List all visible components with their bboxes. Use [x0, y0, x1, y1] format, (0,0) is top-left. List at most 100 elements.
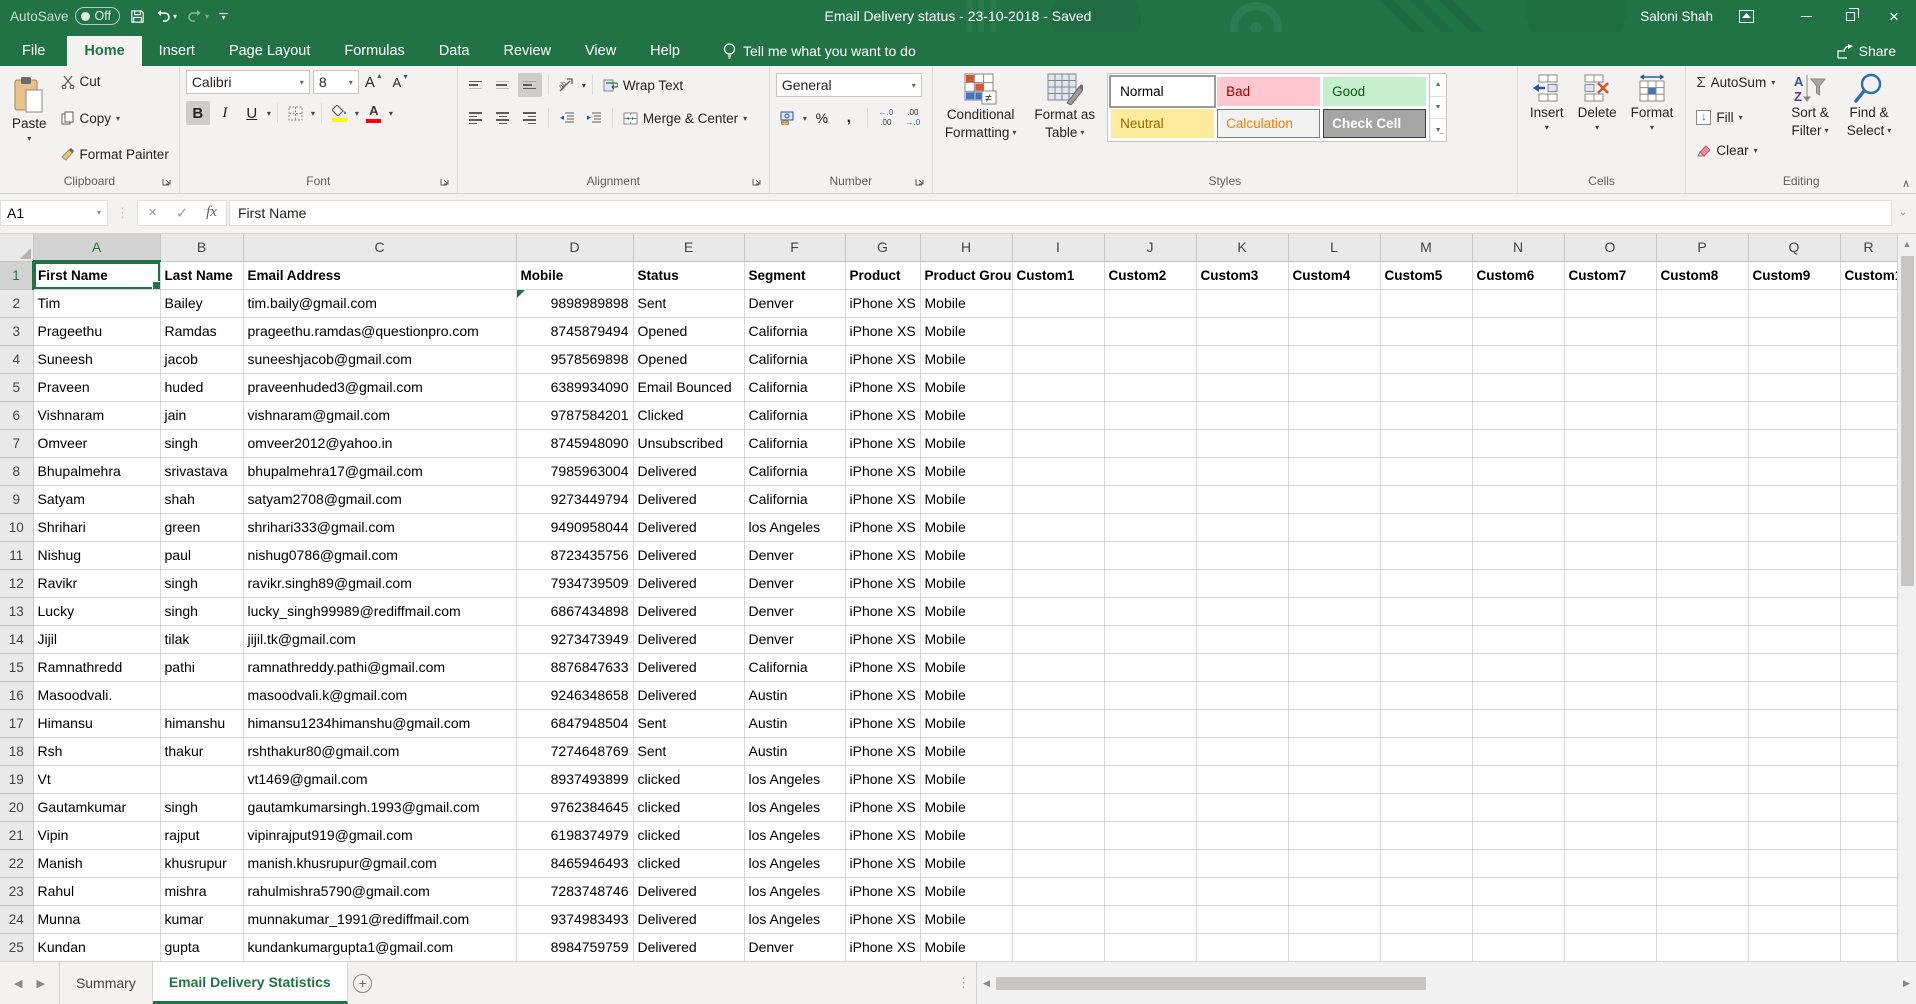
cell-G20[interactable]: iPhone XS [845, 793, 920, 821]
cell-D14[interactable]: 9273473949 [516, 625, 633, 653]
cell-P10[interactable] [1656, 513, 1748, 541]
cell-D7[interactable]: 8745948090 [516, 429, 633, 457]
cell-B23[interactable]: mishra [160, 877, 243, 905]
underline-button[interactable]: U [240, 101, 264, 125]
cell-H21[interactable]: Mobile [920, 821, 1012, 849]
cell-I13[interactable] [1012, 597, 1104, 625]
cell-L23[interactable] [1288, 877, 1380, 905]
alignment-dialog-launcher[interactable] [751, 175, 763, 187]
cell-N12[interactable] [1472, 569, 1564, 597]
cell-E3[interactable]: Opened [633, 317, 744, 345]
clipboard-dialog-launcher[interactable] [161, 175, 173, 187]
cell-L8[interactable] [1288, 457, 1380, 485]
cell-F1[interactable]: Segment [744, 261, 845, 289]
cell-G15[interactable]: iPhone XS [845, 653, 920, 681]
wrap-text-button[interactable]: Wrap Text [599, 76, 687, 95]
cell-F15[interactable]: California [744, 653, 845, 681]
cell-E14[interactable]: Delivered [633, 625, 744, 653]
gallery-scroll-down[interactable]: ▼ [1430, 97, 1446, 120]
autosave-toggle[interactable]: AutoSave Off [10, 7, 120, 25]
cell-F20[interactable]: los Angeles [744, 793, 845, 821]
cell-Q10[interactable] [1748, 513, 1840, 541]
cell-P12[interactable] [1656, 569, 1748, 597]
cell-A14[interactable]: Jijil [33, 625, 160, 653]
name-box-arrow[interactable]: ▾ [97, 208, 101, 217]
cell-E18[interactable]: Sent [633, 737, 744, 765]
cell-L6[interactable] [1288, 401, 1380, 429]
cell-J2[interactable] [1104, 289, 1196, 317]
cell-K24[interactable] [1196, 905, 1288, 933]
cell-C23[interactable]: rahulmishra5790@gmail.com [243, 877, 516, 905]
cell-R9[interactable] [1840, 485, 1897, 513]
cell-F5[interactable]: California [744, 373, 845, 401]
cell-E11[interactable]: Delivered [633, 541, 744, 569]
restore-button[interactable] [1828, 0, 1872, 32]
cell-J15[interactable] [1104, 653, 1196, 681]
cell-A10[interactable]: Shrihari [33, 513, 160, 541]
font-dialog-launcher[interactable] [439, 175, 451, 187]
cell-N17[interactable] [1472, 709, 1564, 737]
cell-A2[interactable]: Tim [33, 289, 160, 317]
accounting-format-button[interactable] [776, 106, 800, 130]
cell-A24[interactable]: Munna [33, 905, 160, 933]
cell-L17[interactable] [1288, 709, 1380, 737]
cell-B25[interactable]: gupta [160, 933, 243, 961]
ribbon-tab-home[interactable]: Home [67, 36, 141, 66]
font-size-combo[interactable]: 8▾ [313, 70, 359, 94]
cell-C12[interactable]: ravikr.singh89@gmail.com [243, 569, 516, 597]
cell-K1[interactable]: Custom3 [1196, 261, 1288, 289]
cell-B7[interactable]: singh [160, 429, 243, 457]
cell-H12[interactable]: Mobile [920, 569, 1012, 597]
cell-O22[interactable] [1564, 849, 1656, 877]
cell-F25[interactable]: Denver [744, 933, 845, 961]
cell-K15[interactable] [1196, 653, 1288, 681]
cell-L9[interactable] [1288, 485, 1380, 513]
cell-B2[interactable]: Bailey [160, 289, 243, 317]
redo-button[interactable]: ▾ [187, 9, 209, 23]
user-name[interactable]: Saloni Shah [1640, 9, 1713, 24]
cell-R23[interactable] [1840, 877, 1897, 905]
clear-button[interactable]: Clear ▾ [1692, 141, 1779, 160]
row-header-2[interactable]: 2 [0, 289, 33, 317]
cell-B12[interactable]: singh [160, 569, 243, 597]
cell-H15[interactable]: Mobile [920, 653, 1012, 681]
cell-H25[interactable]: Mobile [920, 933, 1012, 961]
cell-J4[interactable] [1104, 345, 1196, 373]
decrease-font-button[interactable]: A▼ [389, 70, 413, 94]
row-header-22[interactable]: 22 [0, 849, 33, 877]
cell-K12[interactable] [1196, 569, 1288, 597]
cell-E7[interactable]: Unsubscribed [633, 429, 744, 457]
row-header-13[interactable]: 13 [0, 597, 33, 625]
cell-Q3[interactable] [1748, 317, 1840, 345]
cell-C4[interactable]: suneeshjacob@gmail.com [243, 345, 516, 373]
paste-button[interactable]: Paste ▾ [6, 70, 53, 146]
cell-R3[interactable] [1840, 317, 1897, 345]
cell-F9[interactable]: California [744, 485, 845, 513]
cell-F2[interactable]: Denver [744, 289, 845, 317]
cell-M19[interactable] [1380, 765, 1472, 793]
cell-O4[interactable] [1564, 345, 1656, 373]
cell-D11[interactable]: 8723435756 [516, 541, 633, 569]
row-header-4[interactable]: 4 [0, 345, 33, 373]
cell-E15[interactable]: Delivered [633, 653, 744, 681]
cell-B1[interactable]: Last Name [160, 261, 243, 289]
cell-M4[interactable] [1380, 345, 1472, 373]
cell-N3[interactable] [1472, 317, 1564, 345]
vertical-scrollbar[interactable]: ▲ [1897, 234, 1916, 961]
cell-K4[interactable] [1196, 345, 1288, 373]
cell-L12[interactable] [1288, 569, 1380, 597]
comma-style-button[interactable]: , [837, 106, 861, 130]
name-box[interactable]: A1 ▾ [0, 200, 108, 226]
cell-D16[interactable]: 9246348658 [516, 681, 633, 709]
cell-L14[interactable] [1288, 625, 1380, 653]
cell-H10[interactable]: Mobile [920, 513, 1012, 541]
cell-B11[interactable]: paul [160, 541, 243, 569]
cell-M12[interactable] [1380, 569, 1472, 597]
cell-R15[interactable] [1840, 653, 1897, 681]
cell-L13[interactable] [1288, 597, 1380, 625]
cell-P9[interactable] [1656, 485, 1748, 513]
cell-E1[interactable]: Status [633, 261, 744, 289]
cancel-button[interactable]: × [137, 200, 167, 226]
cell-M10[interactable] [1380, 513, 1472, 541]
cell-I14[interactable] [1012, 625, 1104, 653]
